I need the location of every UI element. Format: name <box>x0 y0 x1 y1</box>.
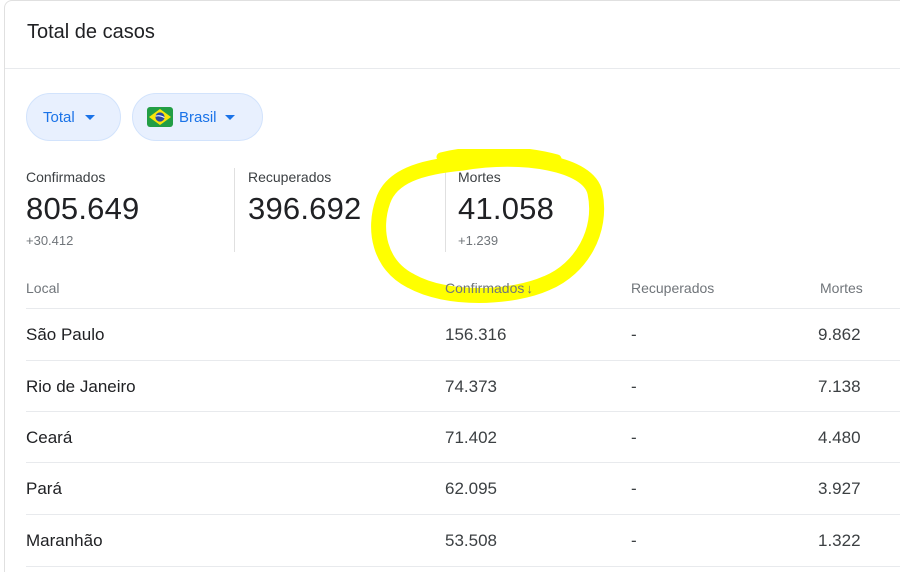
table-row[interactable]: São Paulo 156.316 - 9.862 <box>5 309 900 360</box>
column-header-recuperados[interactable]: Recuperados <box>631 280 714 296</box>
stat-value: 805.649 <box>26 191 140 226</box>
cell-recuperados: - <box>631 479 637 498</box>
cell-local: Pará <box>26 479 62 498</box>
stat-label: Mortes <box>458 169 501 185</box>
region-filter-label: Brasil <box>179 108 217 126</box>
table-row[interactable]: Maranhão 53.508 - 1.322 <box>5 515 900 566</box>
stat-divider <box>234 168 235 252</box>
column-header-local[interactable]: Local <box>26 280 59 296</box>
scope-filter-label: Total <box>43 108 75 126</box>
column-header-mortes[interactable]: Mortes <box>820 280 863 296</box>
stat-delta: +30.412 <box>26 233 74 248</box>
brazil-flag-icon <box>147 107 173 127</box>
cell-local: Rio de Janeiro <box>26 377 136 396</box>
cell-mortes: 1.322 <box>818 531 861 550</box>
cell-confirmados: 74.373 <box>445 377 497 396</box>
table-row[interactable]: Pará 62.095 - 3.927 <box>5 463 900 514</box>
cell-local: São Paulo <box>26 325 105 344</box>
cell-confirmados: 62.095 <box>445 479 497 498</box>
title-divider <box>5 68 900 69</box>
column-header-confirmados-label: Confirmados <box>445 280 525 296</box>
table-header: Local Confirmados ↓ Recuperados Mortes <box>5 280 900 308</box>
cell-mortes: 3.927 <box>818 479 861 498</box>
card-title: Total de casos <box>27 21 155 43</box>
stat-label: Confirmados <box>26 169 106 185</box>
covid-cases-card: Total de casos Total Brasil Confirmados … <box>4 0 900 572</box>
cell-recuperados: - <box>631 428 637 447</box>
cell-confirmados: 53.508 <box>445 531 497 550</box>
caret-down-icon <box>224 114 235 120</box>
stat-recuperados: Recuperados 396.692 <box>248 169 361 227</box>
table-row[interactable]: Rio de Janeiro 74.373 - 7.138 <box>5 361 900 412</box>
stat-confirmados: Confirmados 805.649 +30.412 <box>26 169 139 248</box>
stat-label: Recuperados <box>248 169 332 185</box>
cell-mortes: 4.480 <box>818 428 861 447</box>
cell-mortes: 7.138 <box>818 377 861 396</box>
cell-local: Maranhão <box>26 531 103 550</box>
stat-value: 41.058 <box>458 191 555 226</box>
cell-local: Ceará <box>26 428 73 447</box>
cell-mortes: 9.862 <box>818 325 861 344</box>
arrow-down-icon: ↓ <box>526 281 533 296</box>
cell-confirmados: 71.402 <box>445 428 497 447</box>
scope-filter-button[interactable]: Total <box>26 93 121 141</box>
stat-value: 396.692 <box>248 191 362 226</box>
region-filter-button[interactable]: Brasil <box>132 93 263 141</box>
cell-recuperados: - <box>631 377 637 396</box>
stat-divider <box>445 168 446 252</box>
cell-recuperados: - <box>631 531 637 550</box>
cell-recuperados: - <box>631 325 637 344</box>
stat-mortes: Mortes 41.058 +1.239 <box>458 169 554 248</box>
caret-down-icon <box>84 114 95 120</box>
stat-delta: +1.239 <box>458 233 499 248</box>
table-row[interactable]: Ceará 71.402 - 4.480 <box>5 412 900 463</box>
column-header-confirmados[interactable]: Confirmados ↓ <box>445 280 533 296</box>
row-divider <box>26 566 900 567</box>
cell-confirmados: 156.316 <box>445 325 507 344</box>
